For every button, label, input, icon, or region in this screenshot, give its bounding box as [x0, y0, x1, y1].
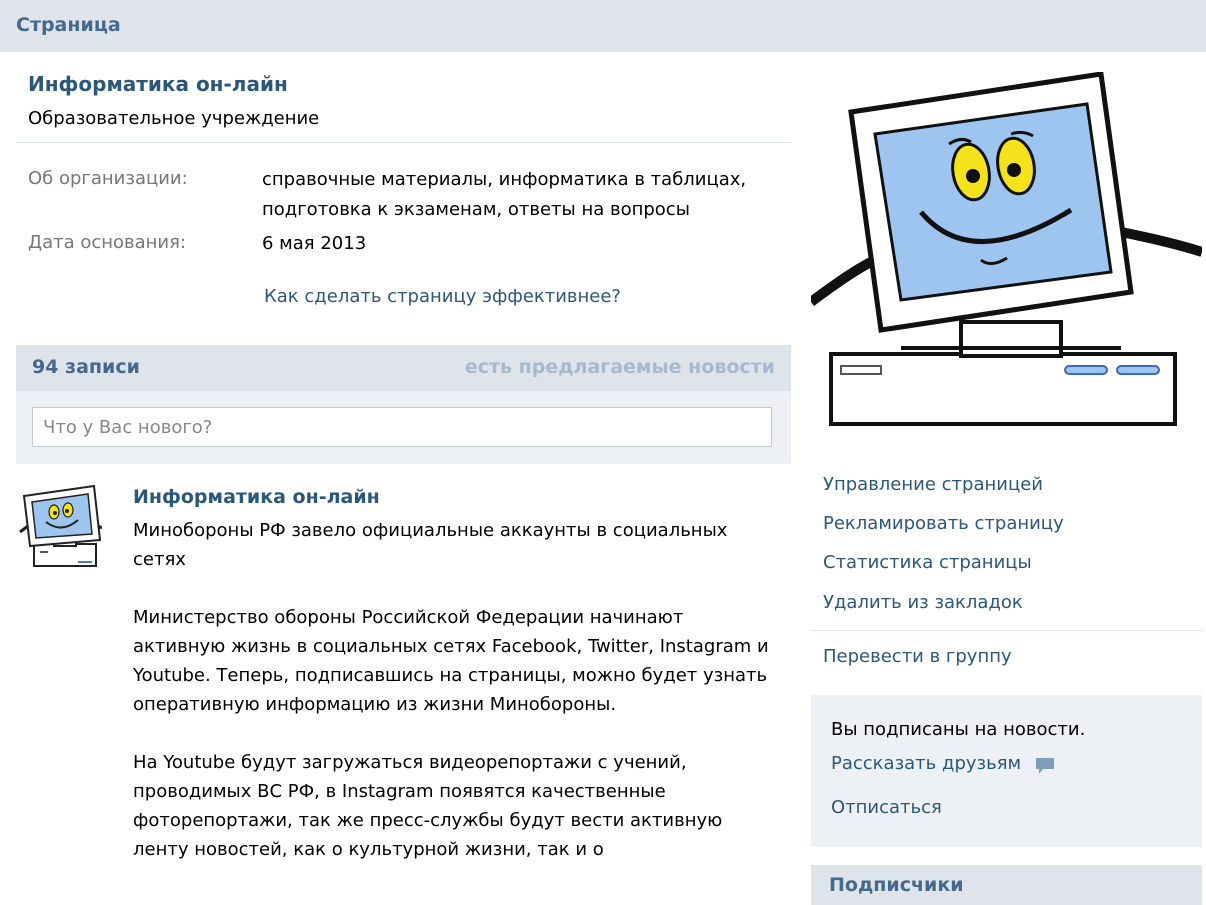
page-stats-link[interactable]: Статистика страницы	[823, 552, 1032, 573]
manage-page-link[interactable]: Управление страницей	[823, 474, 1043, 495]
post-author[interactable]: Информатика он-лайн	[133, 486, 380, 508]
post-paragraph: Минобороны РФ завело официальные аккаунт…	[133, 520, 728, 570]
wall-header: 94 записи есть предлагаемые новости	[16, 345, 791, 391]
subscription-status: Вы подписаны на новости.	[831, 719, 1086, 740]
new-post-input[interactable]	[32, 407, 772, 447]
effectiveness-link[interactable]: Как сделать страницу эффективнее?	[264, 286, 621, 307]
wall-post-count[interactable]: 94 записи	[32, 356, 140, 378]
top-bar: Страница	[0, 0, 1206, 52]
page-title: Информатика он-лайн	[28, 72, 288, 96]
page-avatar-image[interactable]	[811, 72, 1202, 432]
composer-area	[16, 391, 791, 464]
suggested-news-link[interactable]: есть предлагаемые новости	[465, 356, 775, 378]
unsubscribe-link[interactable]: Отписаться	[831, 797, 942, 818]
advertise-page-link[interactable]: Рекламировать страницу	[823, 513, 1064, 534]
divider	[16, 142, 791, 143]
post-text: Минобороны РФ завело официальные аккаунт…	[133, 516, 773, 893]
remove-bookmark-link[interactable]: Удалить из закладок	[823, 592, 1023, 613]
subscription-box: Вы подписаны на новости. Рассказать друз…	[811, 695, 1202, 847]
info-value-about: справочные материалы, информатика в табл…	[262, 169, 747, 220]
post-avatar[interactable]	[16, 482, 102, 578]
info-label-about: Об организации:	[28, 168, 188, 189]
info-value-founded: 6 мая 2013	[262, 233, 367, 254]
followers-label: Подписчики	[829, 874, 964, 896]
computer-mascot-icon	[811, 72, 1202, 426]
info-label-founded: Дата основания:	[28, 232, 187, 253]
speech-bubble-icon[interactable]	[1035, 757, 1055, 775]
post-paragraph: На Youtube будут загружаться видеорепорт…	[133, 752, 723, 860]
top-bar-title: Страница	[16, 14, 121, 36]
post-paragraph: Министерство обороны Российской Федераци…	[133, 607, 769, 715]
computer-mascot-icon	[19, 484, 102, 567]
divider	[811, 630, 1202, 631]
convert-to-group-link[interactable]: Перевести в группу	[823, 646, 1012, 667]
page-type: Образовательное учреждение	[28, 108, 320, 129]
followers-header[interactable]: Подписчики	[811, 865, 1202, 905]
tell-friends-link[interactable]: Рассказать друзьям	[831, 753, 1021, 774]
